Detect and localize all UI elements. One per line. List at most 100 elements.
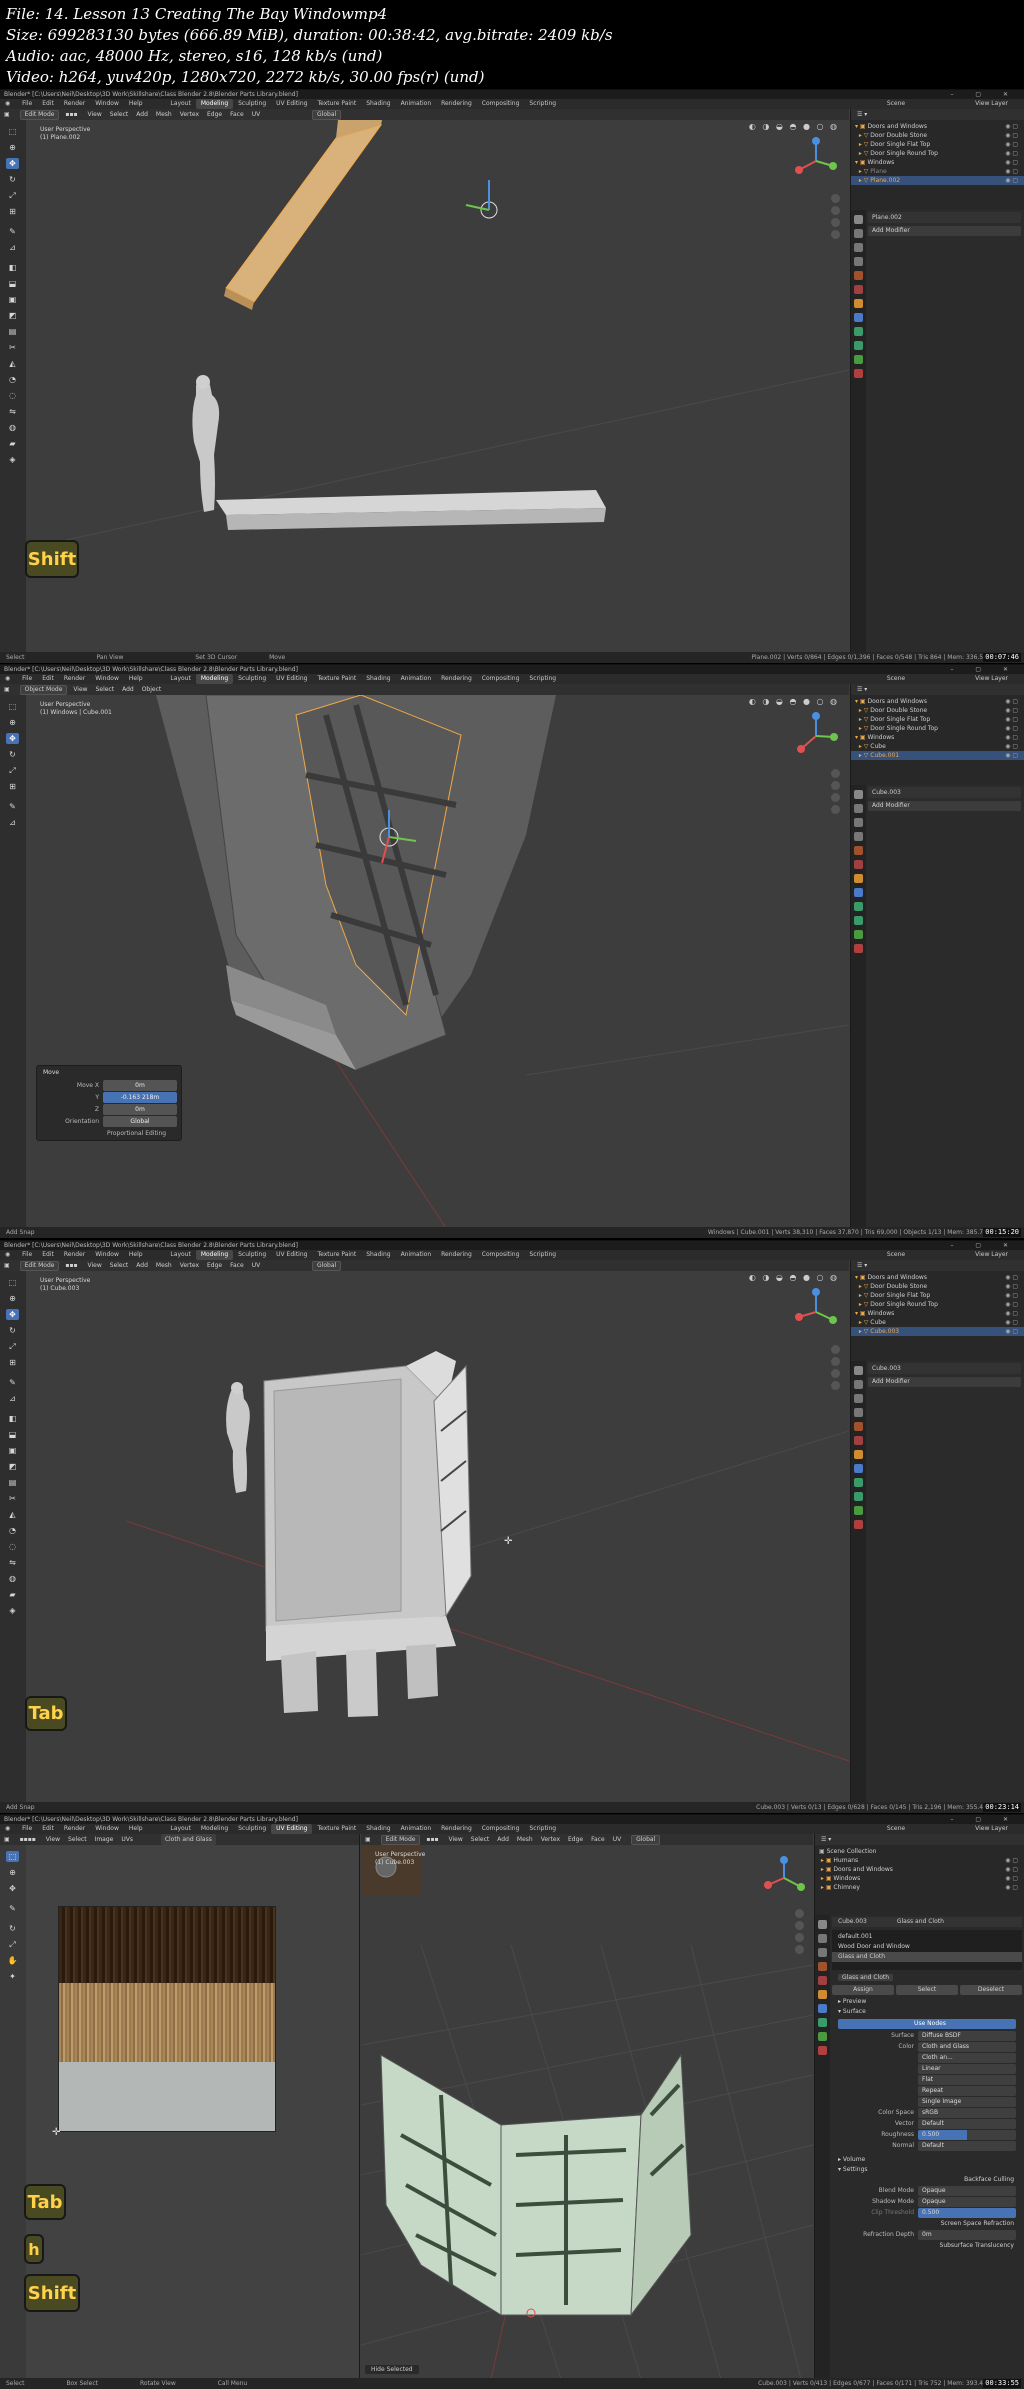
tab-scripting[interactable]: Scripting (524, 99, 561, 109)
menu-image[interactable]: Image (91, 1834, 118, 1845)
scene-selector[interactable]: Scene (882, 1824, 910, 1834)
pinch-tool-icon[interactable]: ✦ (6, 1971, 19, 1982)
inset-tool-icon[interactable]: ▣ (6, 1445, 19, 1456)
settings-section[interactable]: ▾ Settings (832, 2165, 1022, 2175)
add-modifier-dropdown[interactable]: Add Modifier (868, 801, 1021, 811)
object-tab-icon[interactable] (854, 299, 863, 308)
menu-uv[interactable]: UV (248, 1260, 265, 1271)
outliner-item[interactable]: ▸ ▽ Door Single Flat Top ◉ ▢ (851, 140, 1024, 149)
editor-type-icon[interactable]: ▣ (0, 109, 14, 120)
menu-uv[interactable]: UV (248, 109, 265, 120)
physics-tab-icon[interactable] (854, 341, 863, 350)
cursor-tool-icon[interactable]: ⊕ (6, 717, 19, 728)
object-tab-icon[interactable] (854, 1450, 863, 1459)
tab-rendering[interactable]: Rendering (436, 99, 477, 109)
menu-edit[interactable]: Edit (37, 1250, 59, 1260)
3d-viewport[interactable]: User Perspective (1) Plane.002 ◐ ◑ ◒ ◓ ●… (26, 120, 849, 652)
proportional-editing-checkbox[interactable]: Proportional Editing (107, 1128, 166, 1139)
3d-viewport[interactable]: User Perspective (1) Windows | Cube.001 … (26, 695, 849, 1228)
menu-select[interactable]: Select (64, 1834, 91, 1845)
tab-animation[interactable]: Animation (396, 674, 437, 684)
transform-tool-icon[interactable]: ⊞ (6, 781, 19, 792)
menu-edit[interactable]: Edit (37, 674, 59, 684)
outliner-item[interactable]: ▸ ▽ Door Single Round Top ◉ ▢ (851, 149, 1024, 158)
tab-layout[interactable]: Layout (165, 1250, 195, 1260)
projection-select[interactable]: Flat (918, 2075, 1016, 2085)
menu-object[interactable]: Object (138, 684, 166, 695)
render-tab-icon[interactable] (818, 1934, 827, 1943)
scene-tab-icon[interactable] (854, 846, 863, 855)
navigation-buttons[interactable] (831, 769, 841, 817)
poly-build-tool-icon[interactable]: ◭ (6, 1509, 19, 1520)
move-tool-icon[interactable]: ✥ (6, 1883, 19, 1894)
interpolation-select[interactable]: Linear (918, 2064, 1016, 2074)
navigation-gizmo[interactable] (791, 136, 841, 186)
bevel-tool-icon[interactable]: ◩ (6, 1461, 19, 1472)
menu-view[interactable]: View (445, 1834, 467, 1845)
outliner-item[interactable]: ▾ ▣ Windows ◉ ▢ (851, 1309, 1024, 1318)
tab-rendering[interactable]: Rendering (436, 674, 477, 684)
knife-tool-icon[interactable]: ✂ (6, 1493, 19, 1504)
menu-edit[interactable]: Edit (37, 99, 59, 109)
menu-vertex[interactable]: Vertex (537, 1834, 564, 1845)
annotate-tool-icon[interactable]: ✎ (6, 1903, 19, 1914)
material-tab-icon[interactable] (854, 1520, 863, 1529)
tab-sculpting[interactable]: Sculpting (233, 99, 271, 109)
menu-edit[interactable]: Edit (37, 1824, 59, 1834)
menu-file[interactable]: File (17, 1250, 37, 1260)
roughness-slider[interactable]: 0.500 (918, 2130, 1016, 2140)
outliner-item[interactable]: ▸ ▽ Door Single Flat Top ◉ ▢ (851, 1291, 1024, 1300)
data-tab-icon[interactable] (854, 1506, 863, 1515)
3d-viewport[interactable]: User Perspective (1) Cube.003 Hide Selec… (361, 1845, 813, 2379)
loop-cut-tool-icon[interactable]: ▤ (6, 1477, 19, 1488)
smooth-tool-icon[interactable]: ◌ (6, 1541, 19, 1552)
move-tool-icon[interactable]: ✥ (6, 733, 19, 744)
menu-help[interactable]: Help (124, 99, 148, 109)
viewport-shading-icons[interactable]: ◐ ◑ ◒ ◓ ● ○ ◍ (749, 1273, 839, 1282)
window-controls[interactable]: – ▢ ✕ (950, 665, 1018, 674)
add-modifier-dropdown[interactable]: Add Modifier (868, 226, 1021, 236)
outliner-item-selected[interactable]: ▸ ▽ Cube.003 ◉ ▢ (851, 1327, 1024, 1336)
backface-culling-checkbox[interactable]: Backface Culling (832, 2175, 1022, 2185)
shrink-fatten-tool-icon[interactable]: ◍ (6, 1573, 19, 1584)
subsurface-translucency-checkbox[interactable]: Subsurface Translucency (832, 2241, 1022, 2251)
orientation-dropdown[interactable]: Global (312, 1261, 342, 1271)
blender-logo-icon[interactable]: ◉ (0, 1250, 15, 1260)
menu-uv[interactable]: UV (609, 1834, 626, 1845)
measure-tool-icon[interactable]: ⊿ (6, 242, 19, 253)
screen-space-refraction-checkbox[interactable]: Screen Space Refraction (832, 2219, 1022, 2229)
material-tab-icon[interactable] (854, 369, 863, 378)
mode-dropdown[interactable]: Object Mode (19, 685, 68, 695)
particles-tab-icon[interactable] (854, 327, 863, 336)
outliner-item[interactable]: ▸ ▽ Door Double Stone ◉ ▢ (851, 131, 1024, 140)
scene-selector[interactable]: Scene (882, 99, 910, 109)
tab-shading[interactable]: Shading (361, 674, 395, 684)
outliner-item[interactable]: ▸ ▽ Cube ◉ ▢ (851, 742, 1024, 751)
tab-shading[interactable]: Shading (361, 1824, 395, 1834)
orientation-dropdown[interactable]: Global (631, 1835, 661, 1845)
tab-texture-paint[interactable]: Texture Paint (312, 1824, 361, 1834)
outliner-item[interactable]: ▾ ▣ Windows ◉ ▢ (851, 158, 1024, 167)
menu-window[interactable]: Window (90, 674, 124, 684)
scene-selector[interactable]: Scene (882, 1250, 910, 1260)
view-layer-selector[interactable]: View Layer (970, 1824, 1013, 1834)
rip-tool-icon[interactable]: ◈ (6, 1605, 19, 1616)
menu-uvs[interactable]: UVs (117, 1834, 137, 1845)
menu-render[interactable]: Render (59, 1250, 90, 1260)
move-x-field[interactable]: 0m (103, 1080, 177, 1091)
viewport-shading-icons[interactable]: ◐ ◑ ◒ ◓ ● ○ ◍ (749, 697, 839, 706)
extrude-tool-icon[interactable]: ⬓ (6, 1429, 19, 1440)
menu-select[interactable]: Select (92, 684, 119, 695)
select-tool-icon[interactable]: ⬚ (6, 1277, 19, 1288)
tab-uv-editing[interactable]: UV Editing (271, 674, 312, 684)
cursor-tool-icon[interactable]: ⊕ (6, 142, 19, 153)
menu-view[interactable]: View (84, 109, 106, 120)
world-tab-icon[interactable] (818, 1976, 827, 1985)
material-tab-icon[interactable] (854, 944, 863, 953)
menu-mesh[interactable]: Mesh (152, 1260, 176, 1271)
annotate-tool-icon[interactable]: ✎ (6, 1377, 19, 1388)
tab-scripting[interactable]: Scripting (524, 1250, 561, 1260)
window-controls[interactable]: – ▢ ✕ (950, 1815, 1018, 1824)
measure-tool-icon[interactable]: ⊿ (6, 817, 19, 828)
measure-tool-icon[interactable]: ⊿ (6, 1393, 19, 1404)
